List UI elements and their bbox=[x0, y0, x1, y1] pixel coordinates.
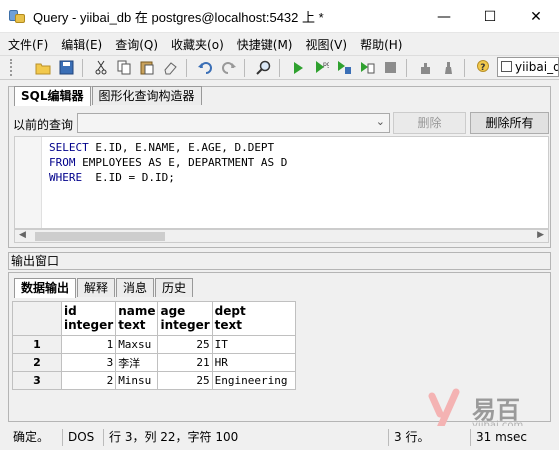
close-button[interactable]: ✕ bbox=[513, 0, 559, 33]
history-select[interactable]: ⌄ bbox=[77, 113, 390, 133]
cell-name[interactable]: Minsu bbox=[115, 371, 159, 390]
chevron-down-icon: ⌄ bbox=[375, 115, 385, 128]
delete-all-button[interactable]: 删除所有 bbox=[470, 112, 549, 134]
toolbar: pg ? bbox=[0, 55, 559, 80]
svg-text:?: ? bbox=[480, 63, 485, 73]
menu-favourites[interactable]: 收藏夹(o) bbox=[171, 36, 224, 53]
explain-analyze-icon[interactable] bbox=[416, 59, 434, 77]
explain-icon[interactable] bbox=[335, 59, 353, 77]
cell-id[interactable]: 2 bbox=[60, 371, 117, 390]
tab-explain[interactable]: 解释 bbox=[77, 278, 116, 297]
save-icon[interactable] bbox=[57, 59, 75, 77]
sql-code: SELECT E.ID, E.NAME, E.AGE, D.DEPT FROM E… bbox=[49, 140, 287, 185]
tab-data-output[interactable]: 数据输出 bbox=[14, 278, 77, 298]
toolbar-separator bbox=[244, 58, 245, 77]
cell-id[interactable]: 1 bbox=[60, 335, 117, 354]
menu-help[interactable]: 帮助(H) bbox=[360, 36, 402, 53]
scroll-right-icon[interactable]: ▶ bbox=[537, 230, 544, 240]
cell-name[interactable]: 李洋 bbox=[115, 353, 159, 372]
redo-icon[interactable] bbox=[219, 59, 237, 77]
tab-sql-editor[interactable]: SQL编辑器 bbox=[14, 86, 91, 106]
menu-view[interactable]: 视图(V) bbox=[305, 36, 347, 53]
find-icon[interactable] bbox=[254, 59, 272, 77]
server-label: yiibai_d bbox=[515, 60, 559, 74]
execute-file-icon[interactable] bbox=[358, 59, 376, 77]
cell-id[interactable]: 3 bbox=[60, 353, 117, 372]
cut-icon[interactable] bbox=[92, 59, 110, 77]
table-row[interactable]: 1 1 Maxsu 25 IT bbox=[12, 335, 296, 354]
svg-text:pg: pg bbox=[323, 61, 329, 68]
status-row-count: 3 行。 bbox=[388, 429, 429, 446]
toolbar-separator bbox=[406, 58, 407, 77]
sql-editor[interactable]: SELECT E.ID, E.NAME, E.AGE, D.DEPT FROM E… bbox=[14, 136, 549, 229]
delete-button[interactable]: 删除 bbox=[393, 112, 466, 134]
scrollbar-thumb[interactable] bbox=[35, 232, 165, 241]
status-cursor-position: 行 3，列 22，字符 100 bbox=[103, 429, 238, 446]
paste-icon[interactable] bbox=[138, 59, 156, 77]
column-header[interactable]: name text bbox=[115, 301, 159, 336]
toolbar-separator bbox=[82, 58, 83, 77]
history-label: 以前的查询 bbox=[13, 118, 74, 132]
server-selector[interactable]: yiibai_d bbox=[497, 57, 559, 77]
column-header[interactable]: id integer bbox=[60, 301, 117, 336]
sql-line: FROM EMPLOYEES AS E, DEPARTMENT AS D bbox=[49, 156, 288, 169]
editor-gutter bbox=[15, 137, 42, 228]
tab-graphical-query-builder[interactable]: 图形化查询构造器 bbox=[91, 86, 202, 105]
output-window-header: 输出窗口 bbox=[8, 252, 551, 270]
server-checkbox[interactable] bbox=[501, 61, 512, 72]
execute-script-icon[interactable]: pg bbox=[312, 59, 330, 77]
output-tabs: 数据输出 解释 消息 历史 bbox=[14, 278, 194, 298]
column-header[interactable]: age integer bbox=[157, 301, 213, 336]
folder-open-icon[interactable] bbox=[34, 59, 52, 77]
stop-icon[interactable] bbox=[381, 59, 399, 77]
table-row[interactable]: 2 3 李洋 21 HR bbox=[12, 353, 296, 372]
sql-line: SELECT E.ID, E.NAME, E.AGE, D.DEPT bbox=[49, 141, 275, 154]
cell-age[interactable]: 21 bbox=[157, 353, 213, 372]
menu-query[interactable]: 查询(Q) bbox=[115, 36, 158, 53]
toolbar-grip[interactable] bbox=[10, 59, 14, 76]
editor-tabs: SQL编辑器 图形化查询构造器 bbox=[14, 86, 203, 106]
table-row[interactable]: 3 2 Minsu 25 Engineering bbox=[12, 371, 296, 390]
sql-line: WHERE E.ID = D.ID; bbox=[49, 171, 175, 184]
toolbar-separator bbox=[464, 58, 465, 77]
tab-messages[interactable]: 消息 bbox=[116, 278, 155, 297]
app-icon bbox=[9, 8, 25, 24]
vacuum-icon[interactable] bbox=[439, 59, 457, 77]
undo-icon[interactable] bbox=[196, 59, 214, 77]
toolbar-separator bbox=[186, 58, 187, 77]
eraser-icon[interactable] bbox=[161, 59, 179, 77]
maximize-button[interactable]: ☐ bbox=[467, 0, 513, 33]
cell-name[interactable]: Maxsu bbox=[115, 335, 159, 354]
tab-history[interactable]: 历史 bbox=[155, 278, 194, 297]
cell-age[interactable]: 25 bbox=[157, 335, 213, 354]
result-grid[interactable]: id integer name text age integer dept text 1… bbox=[12, 301, 296, 390]
status-state: 确定。 bbox=[13, 430, 50, 444]
cell-dept[interactable]: IT bbox=[211, 335, 296, 354]
toolbar-separator bbox=[279, 58, 280, 77]
column-header[interactable]: dept text bbox=[211, 301, 296, 336]
menu-file[interactable]: 文件(F) bbox=[8, 36, 48, 53]
row-number[interactable]: 2 bbox=[12, 353, 62, 372]
status-exec-time: 31 msec bbox=[470, 429, 527, 446]
row-number[interactable]: 1 bbox=[12, 335, 62, 354]
menu-bar: 文件(F) 编辑(E) 查询(Q) 收藏夹(o) 快捷键(M) 视图(V) 帮助… bbox=[0, 34, 559, 54]
cell-dept[interactable]: HR bbox=[211, 353, 296, 372]
grid-corner[interactable] bbox=[12, 301, 62, 336]
editor-horizontal-scrollbar[interactable]: ◀ ▶ bbox=[14, 229, 549, 243]
menu-macros[interactable]: 快捷键(M) bbox=[237, 36, 293, 53]
row-number[interactable]: 3 bbox=[12, 371, 62, 390]
copy-icon[interactable] bbox=[115, 59, 133, 77]
help-icon[interactable]: ? bbox=[474, 59, 492, 77]
menu-edit[interactable]: 编辑(E) bbox=[61, 36, 102, 53]
execute-icon[interactable] bbox=[289, 59, 307, 77]
cell-dept[interactable]: Engineering bbox=[211, 371, 296, 390]
minimize-button[interactable]: — bbox=[421, 0, 467, 33]
output-window-title: 输出窗口 bbox=[11, 254, 60, 268]
scroll-left-icon[interactable]: ◀ bbox=[19, 230, 26, 240]
window-title: Query - yiibai_db 在 postgres@localhost:5… bbox=[33, 9, 324, 25]
cell-age[interactable]: 25 bbox=[157, 371, 213, 390]
status-encoding: DOS bbox=[62, 429, 94, 446]
title-bar: Query - yiibai_db 在 postgres@localhost:5… bbox=[0, 0, 559, 33]
